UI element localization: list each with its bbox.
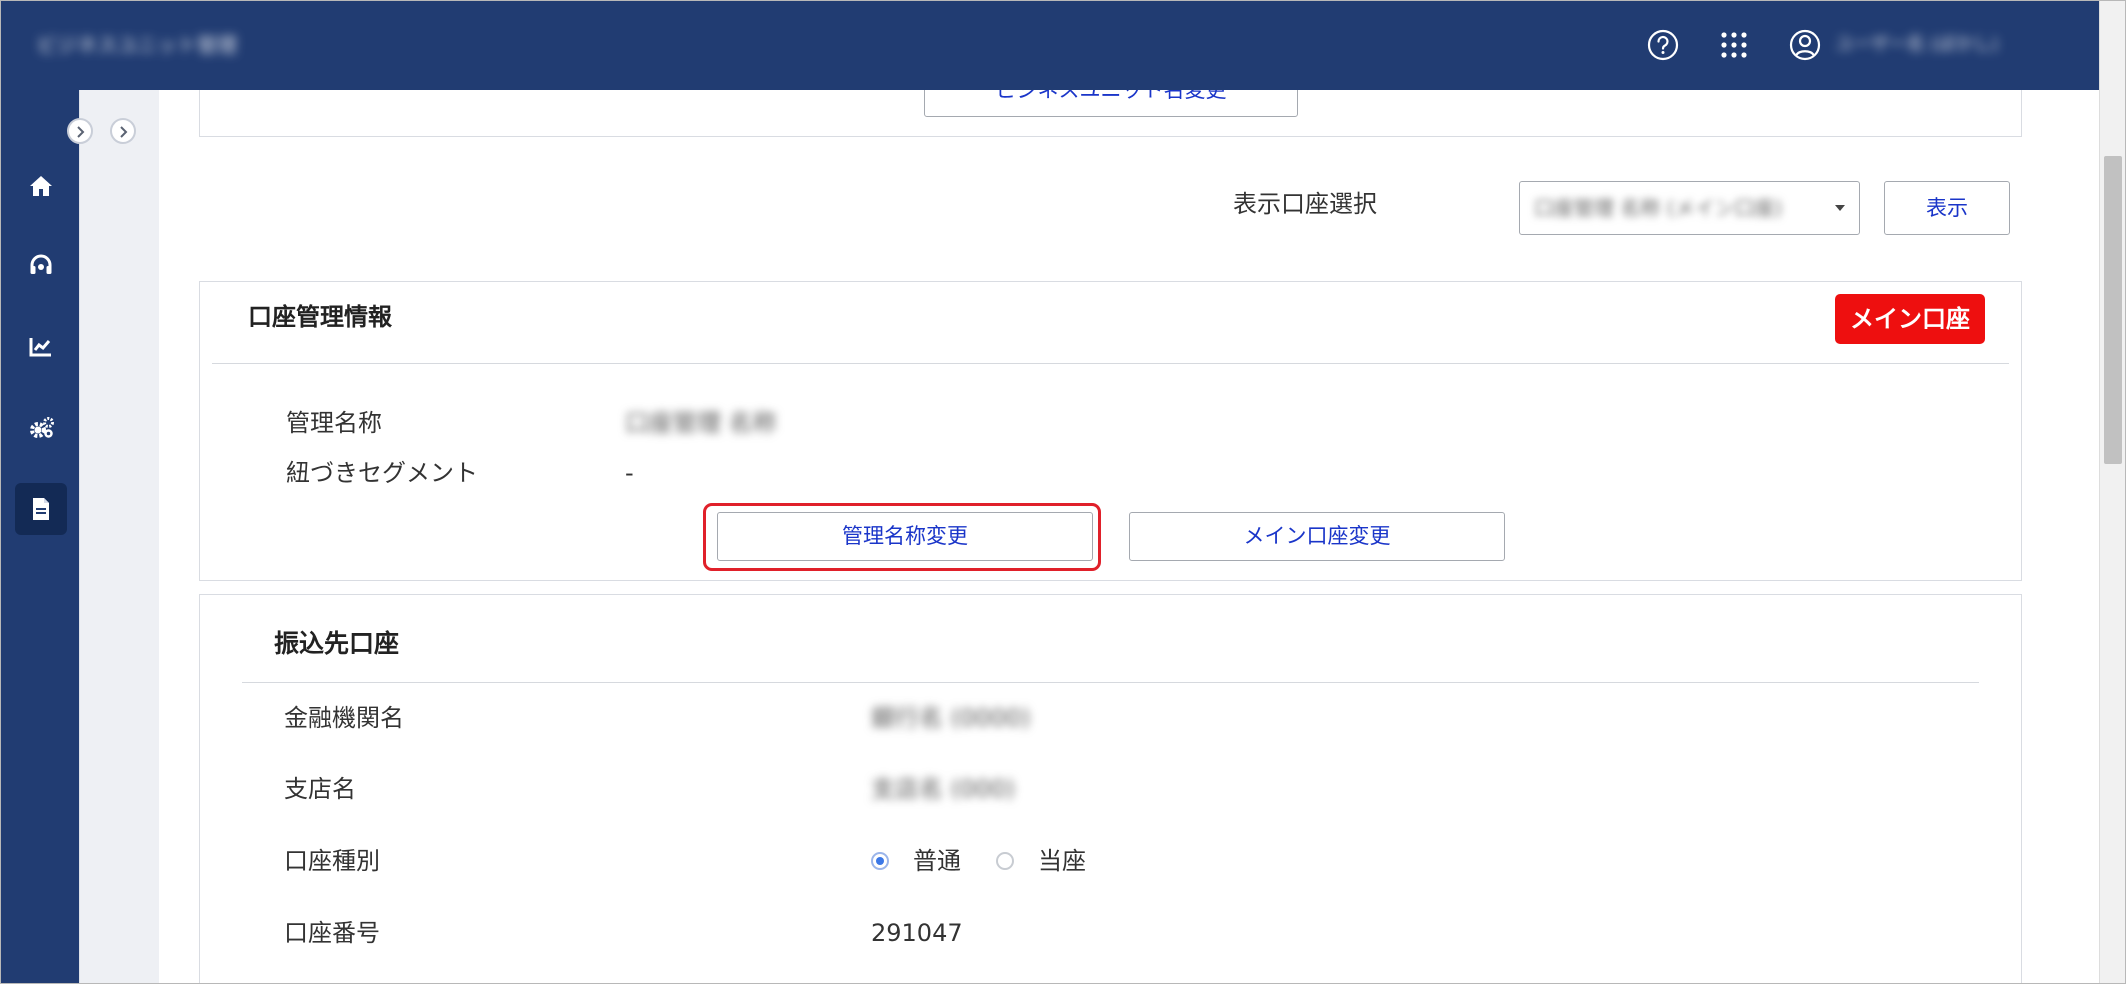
account-info-panel: 口座管理情報 — [199, 281, 2022, 581]
account-select-value: 口座管理 名称 (メイン口座) — [1534, 196, 1783, 220]
transfer-account-title: 振込先口座 — [274, 629, 400, 658]
side-nav — [1, 90, 79, 983]
help-icon[interactable] — [1646, 28, 1680, 62]
field-value: 口座管理 名称 — [625, 409, 777, 437]
main-account-badge: メイン口座 — [1835, 294, 1985, 344]
sidebar-toggle-icon[interactable] — [67, 118, 93, 144]
apps-grid-icon[interactable] — [1717, 28, 1751, 62]
account-select[interactable]: 口座管理 名称 (メイン口座) — [1519, 181, 1860, 235]
account-info-title: 口座管理情報 — [248, 303, 392, 331]
radio-current-label[interactable]: 当座 — [1038, 845, 1086, 877]
user-icon[interactable] — [1788, 28, 1822, 62]
gears-icon[interactable] — [15, 402, 67, 454]
account-number-label: 口座番号 — [284, 919, 380, 947]
branch-value: 支店名 (000) — [871, 775, 1016, 803]
scrollbar-thumb[interactable] — [2104, 156, 2122, 464]
content-gutter — [79, 90, 160, 983]
field-label: 管理名称 — [286, 409, 382, 437]
field-label: 紐づきセグメント — [286, 459, 478, 487]
app-window: ビジネスユニット管理 ユーザー名 ( — [0, 0, 2126, 984]
bank-label: 金融機関名 — [284, 704, 404, 732]
account-info-divider — [212, 363, 2009, 364]
account-select-label: 表示口座選択 — [1233, 190, 1377, 218]
radio-ordinary[interactable] — [871, 852, 889, 870]
bank-value: 銀行名 (0000) — [871, 704, 1031, 732]
account-type-label: 口座種別 — [284, 847, 380, 875]
chevron-down-icon — [1835, 205, 1845, 211]
document-icon[interactable] — [15, 483, 67, 535]
branch-label: 支店名 — [284, 775, 356, 803]
radio-current[interactable] — [996, 852, 1014, 870]
account-number-value: 291047 — [871, 919, 963, 947]
top-bar-overlay: ビジネスユニット管理 ユーザー名 (ぼかし) — [1, 1, 2099, 90]
change-main-account-button[interactable]: メイン口座変更 — [1129, 512, 1505, 561]
display-button[interactable]: 表示 — [1884, 181, 2010, 235]
user-name-overlay[interactable]: ユーザー名 (ぼかし) — [1835, 31, 2045, 59]
app-title-overlay: ビジネスユニット管理 — [37, 33, 237, 57]
transfer-account-divider — [242, 682, 1979, 683]
chart-icon[interactable] — [15, 321, 67, 373]
panel-toggle-icon[interactable] — [110, 118, 136, 144]
home-icon[interactable] — [15, 160, 67, 212]
radio-ordinary-label[interactable]: 普通 — [913, 845, 961, 877]
transfer-account-panel: 振込先口座 — [199, 594, 2022, 983]
field-value: - — [625, 459, 634, 487]
highlight-box — [703, 503, 1101, 571]
headset-icon[interactable] — [15, 240, 67, 292]
vertical-scrollbar[interactable] — [2099, 1, 2125, 983]
